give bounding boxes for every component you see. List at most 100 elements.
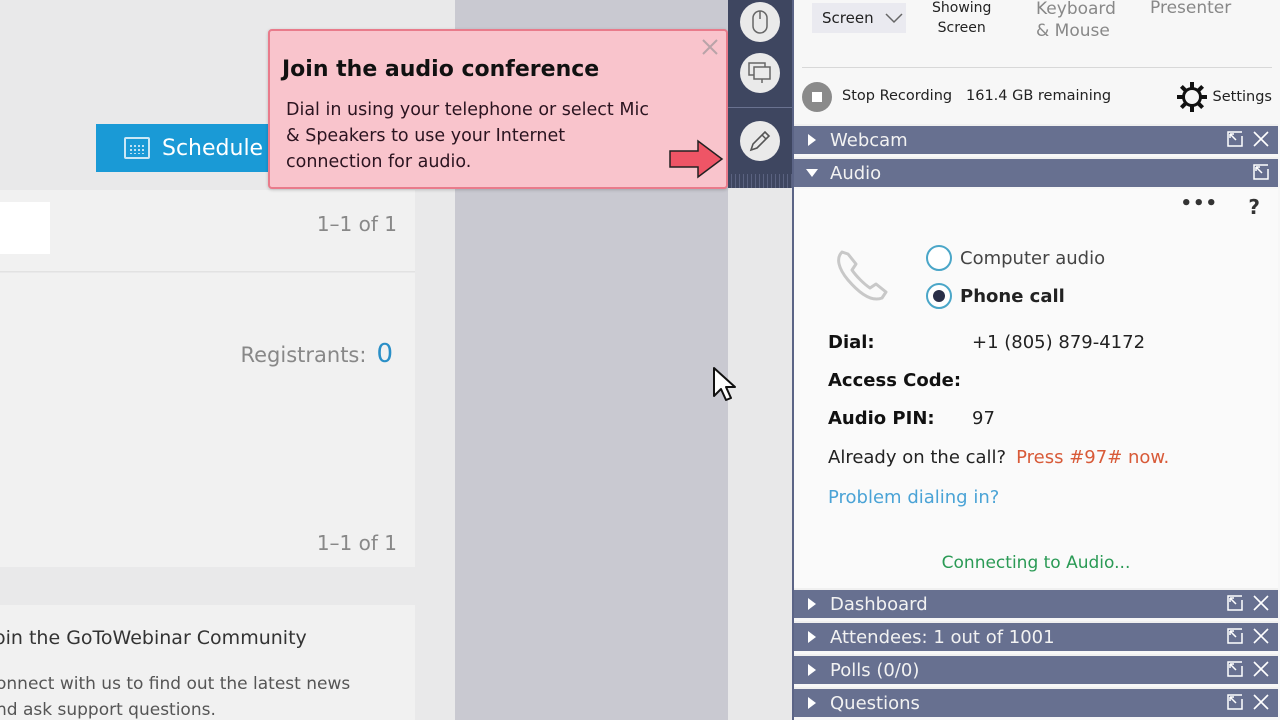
registrants: Registrants: 0 [240, 339, 393, 369]
collapse-triangle-icon [794, 168, 830, 178]
section-polls[interactable]: Polls (0/0) [794, 654, 1278, 684]
community-text-line: onnect with us to find out the latest ne… [0, 674, 351, 694]
radio-button-checked[interactable] [926, 283, 952, 309]
presenter-toolbar-strip [728, 0, 792, 188]
close-icon[interactable] [1252, 693, 1270, 711]
community-card: oin the GoToWebinar Community onnect wit… [0, 605, 415, 720]
section-title: Dashboard [830, 593, 928, 615]
popout-icon[interactable] [1226, 130, 1244, 148]
dial-label: Dial: [828, 332, 875, 353]
close-icon[interactable] [700, 37, 720, 57]
webinar-list-header: 1–1 of 1 [0, 190, 415, 272]
section-title: Questions [830, 692, 920, 714]
pencil-icon [749, 130, 771, 152]
recording-row: Stop Recording 161.4 GB remaining Settin… [794, 78, 1280, 116]
settings-label: Settings [1212, 89, 1272, 105]
expand-triangle-icon [794, 134, 830, 146]
already-on-call: Already on the call? Press #97# now. [828, 447, 1169, 468]
search-box[interactable] [0, 202, 50, 254]
dial-number: +1 (805) 879-4172 [972, 332, 1146, 353]
audio-pin-label: Audio PIN: [828, 408, 935, 429]
stop-recording-label[interactable]: Stop Recording [842, 88, 952, 104]
popout-icon[interactable] [1226, 594, 1244, 612]
section-title: Attendees: 1 out of 1001 [830, 626, 1055, 648]
section-title: Polls (0/0) [830, 659, 920, 681]
close-icon[interactable] [1252, 627, 1270, 645]
radio-label: Phone call [960, 285, 1065, 307]
audio-pane: ••• ? Computer audio Phone call Dial: +1… [794, 189, 1278, 589]
already-label: Already on the call? [828, 447, 1007, 468]
tab-keyboard-mouse[interactable]: Keyboard & Mouse [1036, 0, 1116, 42]
registrants-count[interactable]: 0 [376, 339, 393, 369]
chevron-down-icon [885, 13, 903, 24]
divider [802, 67, 1272, 68]
section-audio[interactable]: Audio [794, 157, 1278, 187]
close-icon[interactable] [1252, 660, 1270, 678]
settings-button[interactable]: Settings [1175, 80, 1272, 114]
storage-remaining: 161.4 GB remaining [966, 88, 1112, 104]
section-questions[interactable]: Questions [794, 687, 1278, 717]
tab-label: Keyboard [1036, 0, 1116, 19]
radio-label: Computer audio [960, 247, 1106, 269]
section-webcam[interactable]: Webcam [794, 124, 1278, 154]
schedule-button[interactable]: Schedule [96, 124, 276, 172]
pager-top: 1–1 of 1 [316, 212, 397, 236]
screens-icon [748, 62, 771, 83]
section-attendees[interactable]: Attendees: 1 out of 1001 [794, 621, 1278, 651]
mouse-control-button[interactable] [740, 2, 780, 42]
close-icon[interactable] [1252, 130, 1270, 148]
stop-recording-button[interactable] [802, 82, 832, 112]
gear-icon [1176, 82, 1207, 112]
radio-phone-call[interactable]: Phone call [926, 283, 1065, 309]
section-dashboard[interactable]: Dashboard [794, 588, 1278, 618]
drawing-tools-button[interactable] [740, 121, 780, 161]
radio-computer-audio[interactable]: Computer audio [926, 245, 1105, 271]
expand-triangle-icon [794, 631, 830, 643]
screen-sharing-tabs: Screen Showing Screen Keyboard & Mouse P… [794, 0, 1280, 66]
community-title: oin the GoToWebinar Community [0, 627, 307, 649]
audio-status: Connecting to Audio... [941, 553, 1131, 573]
access-code-label: Access Code: [828, 370, 962, 391]
popout-icon[interactable] [1226, 660, 1244, 678]
section-title: Webcam [830, 129, 908, 151]
community-text-line: nd ask support questions. [0, 700, 216, 720]
control-panel: Screen Showing Screen Keyboard & Mouse P… [792, 0, 1280, 720]
popout-icon[interactable] [1226, 693, 1244, 711]
webinar-card: Registrants: 0 1–1 of 1 [0, 273, 415, 567]
popout-icon[interactable] [1226, 627, 1244, 645]
audio-pin-value: 97 [972, 408, 995, 429]
tab-label: & Mouse [1036, 21, 1110, 41]
arrow-right-icon [669, 139, 724, 179]
tab-showing-screen[interactable]: Showing Screen [932, 0, 991, 38]
screen-dropdown[interactable]: Screen [812, 3, 906, 33]
help-button[interactable]: ? [1248, 195, 1260, 219]
community-text: onnect with us to find out the latest ne… [0, 671, 406, 720]
phone-icon [837, 250, 888, 301]
registrants-label: Registrants: [240, 343, 367, 367]
schedule-button-label: Schedule [162, 135, 264, 161]
radio-button[interactable] [926, 245, 952, 271]
screen-dropdown-label: Screen [822, 9, 874, 27]
popout-icon[interactable] [1252, 163, 1270, 181]
calendar-icon [124, 137, 150, 159]
tooltip-body: Dial in using your telephone or select M… [286, 100, 649, 172]
problem-dialing-link[interactable]: Problem dialing in? [828, 487, 999, 508]
mouse-icon [752, 10, 768, 34]
pager-bottom: 1–1 of 1 [316, 531, 397, 555]
tab-label: Showing [932, 0, 992, 16]
strip-grip[interactable] [728, 174, 792, 188]
audio-conference-tooltip: Join the audio conference Dial in using … [268, 29, 728, 189]
tab-label: Screen [937, 20, 986, 36]
screen-sharing-button[interactable] [740, 53, 780, 93]
press-code-instruction: Press #97# now. [1016, 447, 1170, 468]
more-options-button[interactable]: ••• [1180, 193, 1218, 214]
mouse-cursor-icon [713, 367, 736, 401]
tab-presenter[interactable]: Presenter [1150, 0, 1231, 18]
expand-triangle-icon [794, 664, 830, 676]
expand-triangle-icon [794, 697, 830, 709]
tooltip-title: Join the audio conference [282, 57, 600, 82]
expand-triangle-icon [794, 598, 830, 610]
strip-divider [728, 107, 792, 108]
section-title: Audio [830, 162, 882, 184]
close-icon[interactable] [1252, 594, 1270, 612]
